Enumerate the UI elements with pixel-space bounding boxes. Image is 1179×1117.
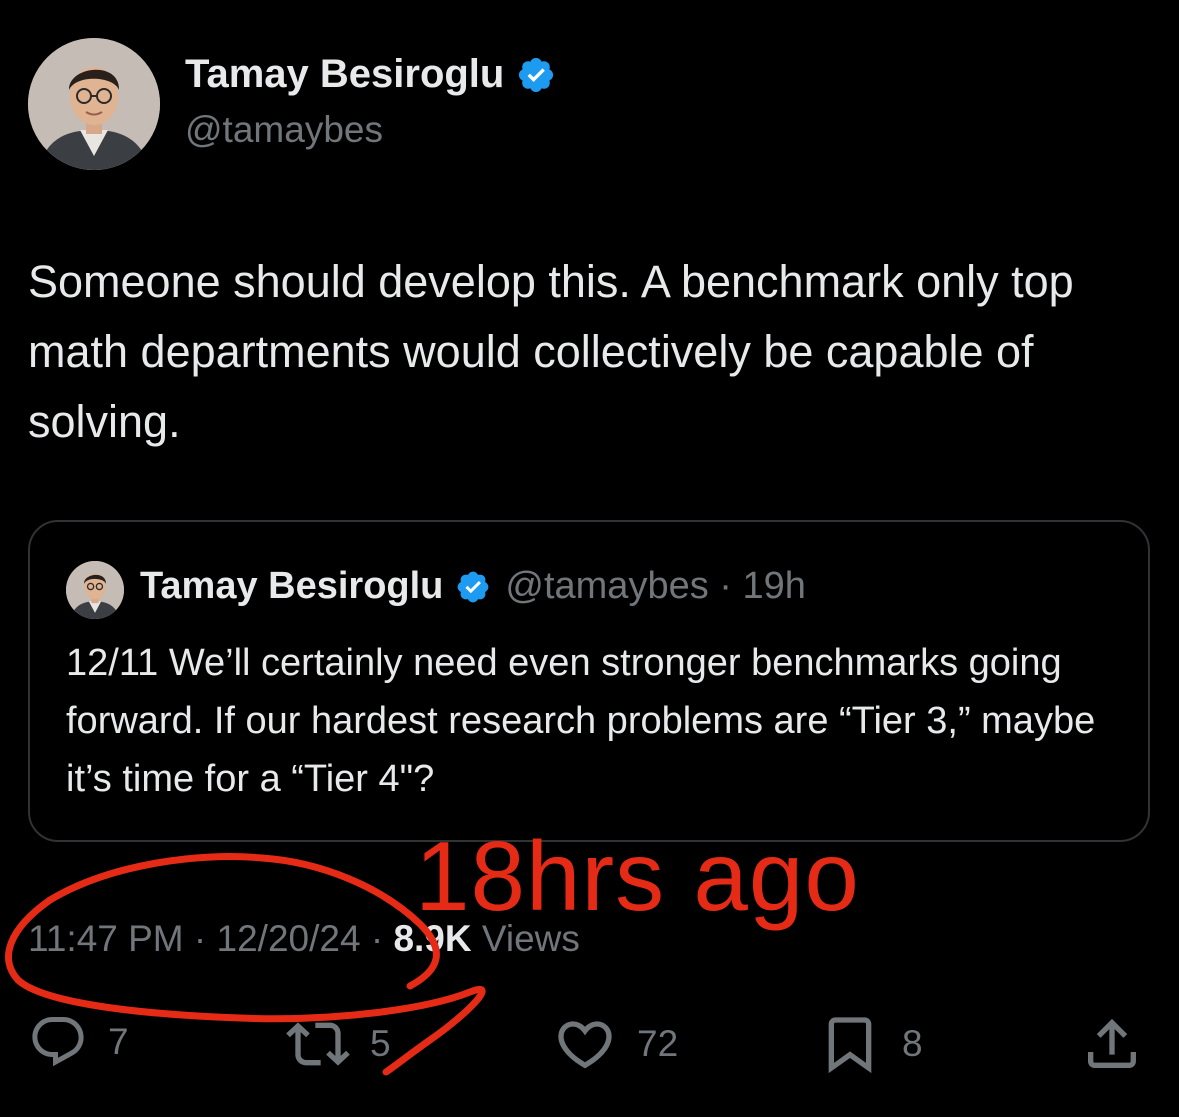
quoted-display-name: Tamay Besiroglu bbox=[140, 565, 444, 607]
bookmark-icon bbox=[828, 1017, 872, 1074]
quoted-handle: @tamaybes bbox=[505, 565, 709, 607]
author-display-name[interactable]: Tamay Besiroglu bbox=[185, 52, 504, 97]
verified-badge-icon bbox=[519, 57, 554, 92]
author-handle[interactable]: @tamaybes bbox=[185, 109, 383, 151]
avatar-portrait bbox=[66, 561, 124, 619]
annotation-circle-scribble bbox=[5, 853, 486, 1076]
avatar-portrait bbox=[28, 38, 160, 170]
quoted-author-avatar bbox=[66, 561, 124, 619]
quoted-tweet-header: Tamay Besiroglu @tamaybes · 19h bbox=[140, 565, 806, 608]
like-count: 72 bbox=[637, 1023, 679, 1064]
author-name-row[interactable]: Tamay Besiroglu bbox=[185, 52, 556, 97]
tweet-text: Someone should develop this. A benchmark… bbox=[28, 256, 1074, 447]
share-icon bbox=[1088, 1018, 1136, 1068]
quoted-age: 19h bbox=[742, 565, 806, 607]
bookmark-button[interactable]: 8 bbox=[818, 1012, 923, 1076]
verified-badge-icon bbox=[458, 571, 489, 602]
like-icon bbox=[558, 1021, 612, 1069]
bookmark-count: 8 bbox=[902, 1023, 923, 1064]
quoted-tweet-text: 12/11 We’ll certainly need even stronger… bbox=[66, 642, 1096, 800]
like-button[interactable]: 72 bbox=[553, 1012, 678, 1076]
author-avatar[interactable] bbox=[28, 38, 160, 170]
quoted-separator: · bbox=[708, 565, 743, 607]
share-button[interactable] bbox=[1080, 1012, 1144, 1076]
